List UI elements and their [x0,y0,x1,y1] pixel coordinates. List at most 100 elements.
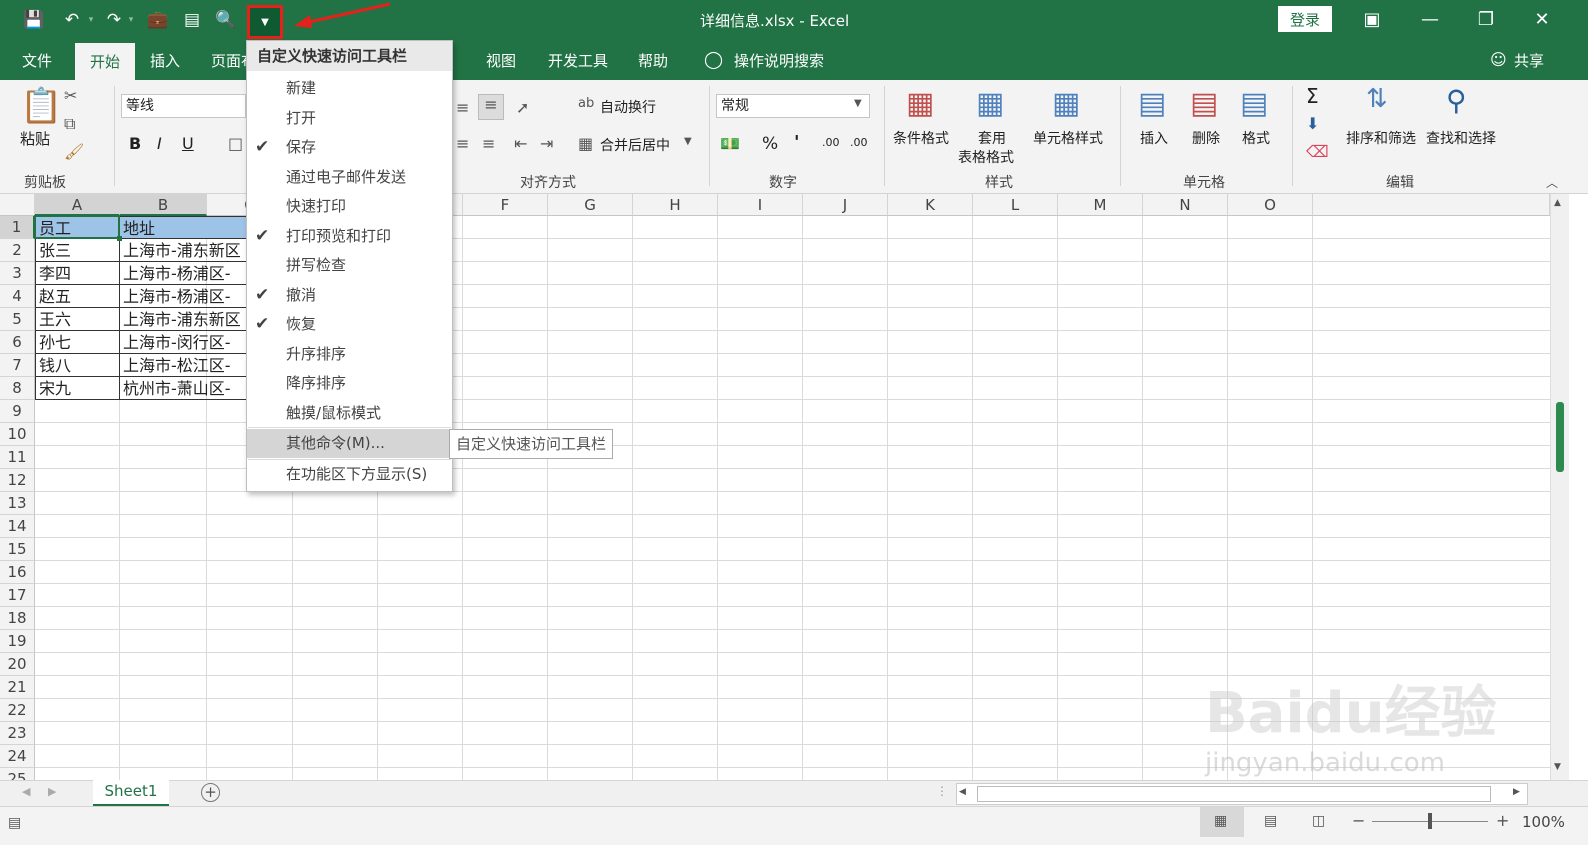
conditional-format-button[interactable]: 条件格式 [893,128,949,148]
page-break-view-icon[interactable]: ◫ [1312,813,1325,829]
row-header-5[interactable]: 5 [0,308,35,331]
row-header-21[interactable]: 21 [0,676,35,699]
table-cell[interactable]: 上海市-浦东新区 [120,239,250,262]
row-header-16[interactable]: 16 [0,561,35,584]
redo-dropdown-icon[interactable]: ▾ [124,6,138,34]
column-header-N[interactable]: N [1143,194,1228,216]
copy-icon[interactable]: ⧉ [64,114,75,134]
autosum-button[interactable]: Σ [1306,84,1319,108]
zoom-slider-thumb[interactable] [1428,813,1432,829]
column-header-H[interactable]: H [633,194,718,216]
row-header-3[interactable]: 3 [0,262,35,285]
font-name-combo[interactable]: 等线 [121,94,246,118]
row-header-10[interactable]: 10 [0,423,35,446]
menu-item[interactable]: 新建 [247,74,450,103]
border-icon[interactable]: □ [228,134,243,153]
percent-button[interactable]: % [762,134,778,154]
align-middle-icon[interactable]: ≡ [478,94,504,120]
menu-item[interactable]: 打开 [247,104,450,133]
table-cell[interactable]: 赵五 [35,285,120,308]
next-sheet-icon[interactable]: ▶ [48,785,56,798]
horizontal-scrollbar[interactable]: ◀ ▶ [956,783,1528,805]
menu-item[interactable]: ✔ 撤消 [247,281,450,310]
fill-icon[interactable]: ⬇ [1306,114,1319,133]
menu-item[interactable]: 拼写检查 [247,251,450,280]
column-header-G[interactable]: G [548,194,633,216]
undo-dropdown-icon[interactable]: ▾ [84,6,98,34]
align-center-icon[interactable]: ≡ [456,134,469,153]
page-layout-view-icon[interactable]: ▤ [1264,813,1277,829]
wrap-text-button[interactable]: 自动换行 [600,97,656,117]
insert-cells-button[interactable]: 插入 [1140,128,1168,148]
align-right-icon[interactable]: ≡ [482,134,495,153]
zoom-level[interactable]: 100% [1522,813,1565,831]
accounting-format-icon[interactable]: 💵 [720,134,740,153]
paste-button[interactable]: 粘贴 [20,128,50,149]
cut-icon[interactable]: ✂ [64,86,77,105]
add-sheet-button[interactable]: + [201,783,220,802]
menu-item[interactable]: ✔ 保存 [247,133,450,162]
delete-cells-icon[interactable]: ▤ [1190,86,1218,121]
column-header-O[interactable]: O [1228,194,1313,216]
increase-decimal-button[interactable]: .00 [822,136,840,149]
align-top-icon[interactable]: ≡ [456,98,469,117]
row-header-17[interactable]: 17 [0,584,35,607]
zoom-out-button[interactable]: − [1352,811,1365,830]
find-select-icon[interactable]: ⚲ [1446,84,1467,117]
menu-item[interactable]: 升序排序 [247,340,450,369]
prev-sheet-icon[interactable]: ◀ [22,785,30,798]
close-icon[interactable]: ✕ [1522,4,1562,34]
column-header-K[interactable]: K [888,194,973,216]
header-cell[interactable]: 地址 [120,216,250,239]
format-as-table-button[interactable]: 套用 [978,128,1006,148]
menu-item[interactable]: ✔ 恢复 [247,310,450,339]
format-cells-icon[interactable]: ▤ [1240,86,1268,121]
orientation-icon[interactable]: ➚ [516,98,529,117]
underline-button[interactable]: U [182,134,194,153]
merge-dropdown-icon[interactable]: ▼ [684,136,692,147]
scroll-left-icon[interactable]: ◀ [959,787,966,797]
tab-home[interactable]: 开始 [75,43,135,80]
cell-styles-icon[interactable]: ▦ [1052,86,1080,121]
table-cell[interactable]: 杭州市-萧山区- [120,377,250,400]
ribbon-display-icon[interactable]: ▣ [1352,4,1392,34]
menu-item[interactable]: 触摸/鼠标模式 [247,399,450,428]
row-header-11[interactable]: 11 [0,446,35,469]
horizontal-scroll-thumb[interactable] [977,786,1491,802]
print-preview-icon[interactable]: 🔍 [212,6,240,34]
table-cell[interactable]: 孙七 [35,331,120,354]
row-header-19[interactable]: 19 [0,630,35,653]
row-header-2[interactable]: 2 [0,239,35,262]
briefcase-icon[interactable]: 💼 [144,6,172,34]
table-cell[interactable]: 宋九 [35,377,120,400]
row-header-14[interactable]: 14 [0,515,35,538]
find-select-button[interactable]: 查找和选择 [1426,128,1496,148]
number-format-dropdown-icon[interactable]: ▼ [854,98,862,109]
column-header-F[interactable]: F [463,194,548,216]
macro-record-icon[interactable]: ▤ [8,815,21,831]
number-format-combo[interactable]: 常规 [716,94,870,118]
vertical-scrollbar[interactable]: ▲ ▼ [1550,194,1569,780]
row-header-18[interactable]: 18 [0,607,35,630]
merge-center-button[interactable]: 合并后居中 [600,135,670,155]
table-cell[interactable]: 上海市-松江区- [120,354,250,377]
column-header-L[interactable]: L [973,194,1058,216]
scroll-down-icon[interactable]: ▼ [1554,762,1561,772]
sort-filter-icon[interactable]: ⇅ [1366,84,1388,114]
row-header-8[interactable]: 8 [0,377,35,400]
login-button[interactable]: 登录 [1278,6,1332,32]
decrease-decimal-button[interactable]: .00 [850,136,868,149]
menu-item[interactable]: ✔ 打印预览和打印 [247,222,450,251]
paste-icon[interactable]: 📋 [20,86,62,126]
clear-icon[interactable]: ⌫ [1306,142,1329,161]
format-as-table-icon[interactable]: ▦ [976,86,1004,121]
format-cells-button[interactable]: 格式 [1242,128,1270,148]
fill-handle[interactable] [117,236,122,241]
row-header-7[interactable]: 7 [0,354,35,377]
scroll-up-icon[interactable]: ▲ [1554,198,1561,208]
select-all-corner[interactable] [0,194,35,216]
split-handle-icon[interactable]: ⋮ [936,784,948,798]
share-button[interactable]: 共享 [1514,50,1544,71]
tab-help[interactable]: 帮助 [638,50,668,71]
table-cell[interactable]: 李四 [35,262,120,285]
